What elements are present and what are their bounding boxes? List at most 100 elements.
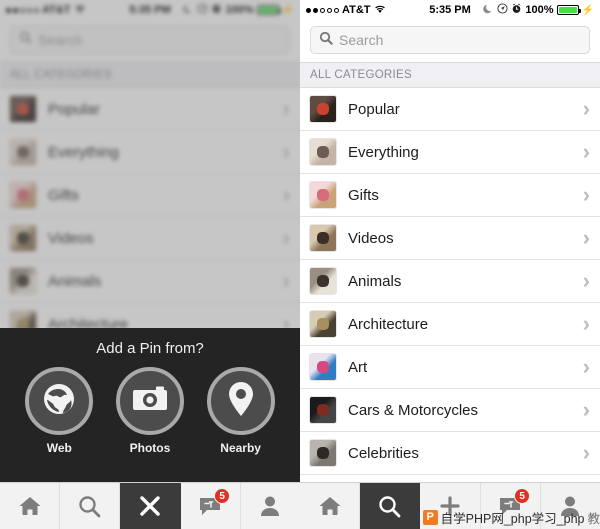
popular-thumbnail (10, 96, 36, 122)
category-label: Celebrities (348, 444, 419, 462)
add-pin-options: Web Photos Nearby (0, 357, 300, 455)
tab-messages[interactable]: 5 (181, 483, 241, 529)
web-label: Web (46, 441, 72, 455)
category-label: Everything (48, 143, 119, 161)
search-input-right[interactable]: Search (310, 26, 590, 54)
search-icon (78, 495, 101, 518)
category-row[interactable]: Popular › (300, 88, 600, 131)
architecture-thumbnail (310, 311, 336, 337)
celebrities-thumbnail (310, 440, 336, 466)
category-label: Architecture (348, 315, 429, 333)
animals-thumbnail (10, 268, 36, 294)
category-row[interactable]: Gifts › (0, 174, 300, 217)
web-button[interactable] (25, 367, 94, 435)
chevron-right-icon: › (582, 268, 590, 293)
category-row[interactable]: Popular › (0, 88, 300, 131)
chevron-right-icon: › (582, 397, 590, 422)
add-pin-option-web[interactable]: Web (25, 367, 94, 455)
clock-label-right: 5:35 PM (429, 4, 471, 16)
close-x-icon (139, 495, 161, 517)
popular-thumbnail (310, 96, 336, 122)
categories-header-right: ALL CATEGORIES (300, 62, 600, 88)
category-row[interactable]: Everything › (300, 131, 600, 174)
category-label: Videos (48, 229, 94, 247)
tab-search[interactable] (360, 483, 421, 529)
category-label: Everything (348, 143, 419, 161)
battery-icon (556, 5, 581, 15)
chevron-right-icon: › (582, 354, 590, 379)
category-label: Popular (48, 100, 100, 118)
person-icon (260, 495, 280, 517)
category-label: Art (348, 358, 368, 376)
category-row[interactable]: Cars & Motorcycles › (300, 389, 600, 432)
category-label: Gifts (348, 186, 379, 204)
tab-search[interactable] (60, 483, 121, 529)
tab-home[interactable] (300, 483, 361, 529)
animals-thumbnail (310, 268, 336, 294)
site-watermark: P 自学PHP网_php学习_php 教 (422, 508, 600, 527)
nearby-button[interactable] (206, 367, 275, 435)
chevron-right-icon: › (282, 268, 290, 293)
right-phone-panel: AT&T 5:35 PM 100% ⚡ Search ALL CATEGORIE… (300, 0, 600, 529)
category-row[interactable]: Everything › (0, 131, 300, 174)
category-row[interactable]: Architecture › (300, 303, 600, 346)
search-icon (319, 31, 333, 50)
gifts-thumbnail (310, 182, 336, 208)
nearby-label: Nearby (220, 441, 261, 455)
category-list-right: Popular › Everything › Gifts › Videos › Animals ›… (300, 88, 600, 518)
search-container-left: Search (0, 20, 300, 62)
add-pin-title: Add a Pin from? (96, 340, 204, 357)
search-icon (19, 31, 32, 49)
screenshot-stage: AT&T 5:35 PM 100% ⚡ Search ALL CATEGORIE… (0, 0, 600, 529)
photos-button[interactable] (115, 367, 184, 435)
chevron-right-icon: › (582, 139, 590, 164)
category-row[interactable]: Videos › (0, 217, 300, 260)
category-label: Animals (348, 272, 402, 290)
category-label: Animals (48, 272, 102, 290)
notification-badge: 5 (214, 488, 231, 504)
tab-home[interactable] (0, 483, 61, 529)
everything-thumbnail (310, 139, 336, 165)
category-row[interactable]: Animals › (300, 260, 600, 303)
category-row[interactable]: Gifts › (300, 174, 600, 217)
watermark-text-tail: 教 (587, 512, 600, 526)
chevron-right-icon: › (282, 182, 290, 207)
watermark-logo-icon: P (422, 510, 438, 525)
add-pin-option-nearby[interactable]: Nearby (206, 367, 275, 455)
search-placeholder-right: Search (339, 32, 384, 48)
search-container-right: Search (300, 20, 600, 62)
chevron-right-icon: › (582, 96, 590, 121)
category-label: Popular (348, 100, 400, 118)
categories-header-left: ALL CATEGORIES (0, 62, 300, 88)
tab-profile[interactable] (241, 483, 300, 529)
category-row[interactable]: Art › (300, 346, 600, 389)
photos-label: Photos (129, 441, 171, 455)
chevron-right-icon: › (582, 182, 590, 207)
category-row[interactable]: Videos › (300, 217, 600, 260)
add-pin-option-photos[interactable]: Photos (115, 367, 184, 455)
battery-icon (256, 5, 281, 15)
tab-add[interactable] (120, 483, 181, 529)
search-placeholder-left: Search (38, 32, 83, 48)
camera-icon (132, 385, 168, 418)
chevron-right-icon: › (582, 311, 590, 336)
videos-thumbnail (10, 225, 36, 251)
chevron-right-icon: › (282, 225, 290, 250)
chevron-right-icon: › (282, 139, 290, 164)
add-pin-sheet: Add a Pin from? Web Photos Nearby (0, 328, 300, 482)
status-bar-right: AT&T 5:35 PM 100% ⚡ (300, 0, 600, 20)
chevron-right-icon: › (582, 440, 590, 465)
home-icon (18, 495, 42, 517)
everything-thumbnail (10, 139, 36, 165)
category-row[interactable]: Animals › (0, 260, 300, 303)
category-row[interactable]: Celebrities › (300, 432, 600, 475)
search-input-left[interactable]: Search (10, 26, 290, 54)
status-bar-left: AT&T 5:35 PM 100% ⚡ (0, 0, 300, 20)
tab-bar-left: 5 (0, 482, 300, 529)
videos-thumbnail (310, 225, 336, 251)
chevron-right-icon: › (282, 96, 290, 121)
category-label: Cars & Motorcycles (348, 401, 479, 419)
category-label: Videos (348, 229, 394, 247)
category-label: Gifts (48, 186, 79, 204)
gifts-thumbnail (10, 182, 36, 208)
